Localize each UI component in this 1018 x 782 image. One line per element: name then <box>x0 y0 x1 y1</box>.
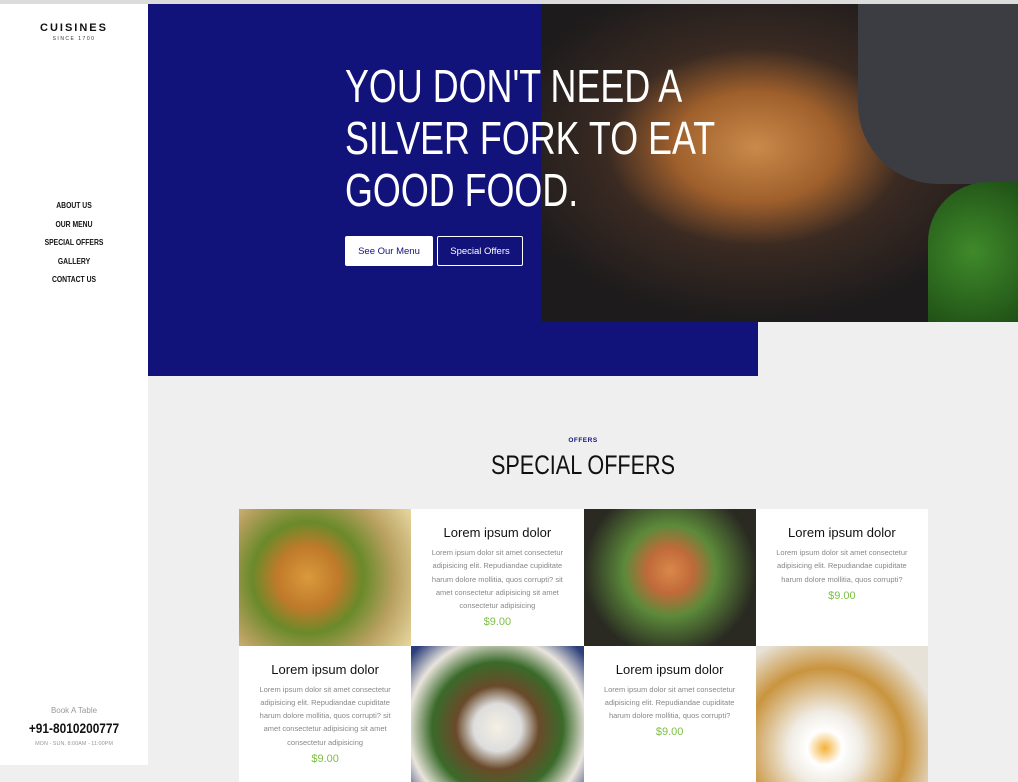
offers-title: SPECIAL OFFERS <box>463 450 703 481</box>
nav-contact-us[interactable]: CONTACT US <box>11 271 137 290</box>
headline-line: SILVER FORK TO EAT <box>345 112 688 164</box>
nav-our-menu[interactable]: OUR MENU <box>11 216 137 235</box>
see-menu-button[interactable]: See Our Menu <box>345 236 433 266</box>
offer-card[interactable]: Lorem ipsum dolor Lorem ipsum dolor sit … <box>239 646 411 782</box>
offer-card[interactable]: Lorem ipsum dolor Lorem ipsum dolor sit … <box>756 509 928 646</box>
card-text: Lorem ipsum dolor sit amet consectetur a… <box>425 546 569 612</box>
nav-special-offers[interactable]: SPECIAL OFFERS <box>11 234 137 253</box>
sidebar: CUISINES SINCE 1700 ABOUT US OUR MENU SP… <box>0 4 148 765</box>
offers-grid: Lorem ipsum dolor Lorem ipsum dolor sit … <box>239 509 928 782</box>
card-text: Lorem ipsum dolor sit amet consectetur a… <box>770 546 914 586</box>
opening-hours: MON - SUN, 8:00AM - 11:00PM <box>0 741 148 747</box>
nav-about-us[interactable]: ABOUT US <box>11 197 137 216</box>
food-image <box>756 646 928 782</box>
logo-since: SINCE 1700 <box>0 36 148 42</box>
food-image <box>584 509 756 646</box>
headline-line: YOU DON'T NEED A <box>345 60 688 112</box>
nav-gallery[interactable]: GALLERY <box>11 253 137 272</box>
card-price: $9.00 <box>425 616 569 628</box>
book-table: Book A Table +91-8010200777 MON - SUN, 8… <box>0 706 148 747</box>
card-text: Lorem ipsum dolor sit amet consectetur a… <box>253 683 397 749</box>
offer-card[interactable]: Lorem ipsum dolor Lorem ipsum dolor sit … <box>411 509 583 646</box>
card-title: Lorem ipsum dolor <box>770 525 914 540</box>
card-title: Lorem ipsum dolor <box>598 662 742 677</box>
card-title: Lorem ipsum dolor <box>425 525 569 540</box>
logo[interactable]: CUISINES SINCE 1700 <box>0 22 148 42</box>
card-price: $9.00 <box>253 753 397 765</box>
logo-name: CUISINES <box>0 22 148 34</box>
special-offers-button[interactable]: Special Offers <box>437 236 523 266</box>
food-image <box>411 646 583 782</box>
food-image <box>239 509 411 646</box>
headline-line: GOOD FOOD. <box>345 164 688 216</box>
card-price: $9.00 <box>770 590 914 602</box>
hero-headline: YOU DON'T NEED A SILVER FORK TO EAT GOOD… <box>345 60 688 216</box>
card-title: Lorem ipsum dolor <box>253 662 397 677</box>
book-label: Book A Table <box>0 706 148 715</box>
phone-number[interactable]: +91-8010200777 <box>11 720 137 736</box>
card-text: Lorem ipsum dolor sit amet consectetur a… <box>598 683 742 723</box>
card-price: $9.00 <box>598 726 742 738</box>
offers-label: OFFERS <box>483 437 683 444</box>
sidebar-nav: ABOUT US OUR MENU SPECIAL OFFERS GALLERY… <box>0 197 148 290</box>
offer-card[interactable]: Lorem ipsum dolor Lorem ipsum dolor sit … <box>584 646 756 782</box>
